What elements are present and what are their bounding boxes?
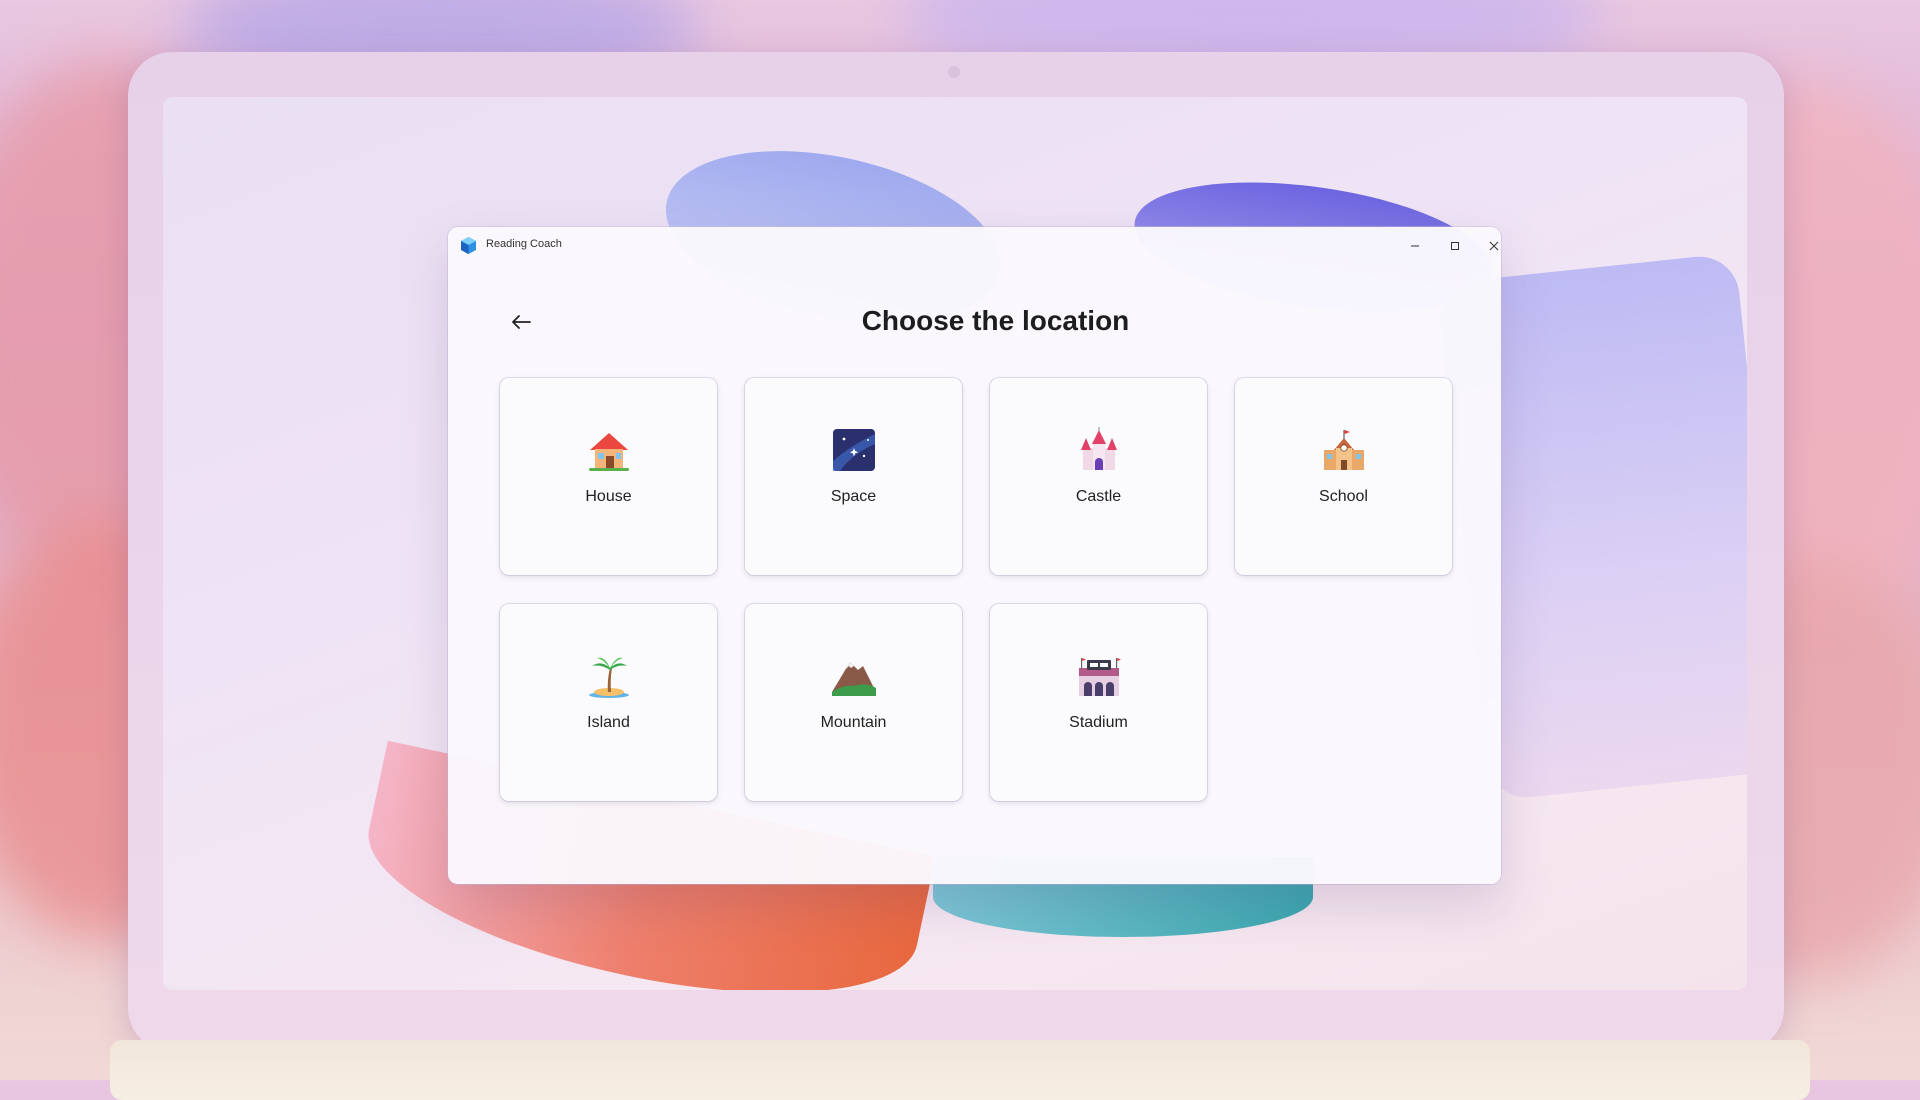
location-card-house[interactable]: House xyxy=(500,378,717,575)
page-title: Choose the location xyxy=(861,305,1130,336)
house-icon xyxy=(588,433,629,471)
location-label: Space xyxy=(830,488,877,505)
location-card-school[interactable]: School xyxy=(1235,378,1452,575)
location-card-mountain[interactable]: Mountain xyxy=(745,604,962,801)
laptop-keyboard xyxy=(110,1040,1810,1100)
minimize-icon xyxy=(1411,245,1419,247)
location-card-castle[interactable]: Castle xyxy=(990,378,1207,575)
castle-icon xyxy=(1080,427,1117,470)
title-bar[interactable]: Reading Coach xyxy=(448,227,1501,263)
app-window: Reading Coach Choose the location House … xyxy=(448,227,1501,884)
location-label: School xyxy=(1319,488,1368,505)
mountain-icon xyxy=(831,662,876,696)
location-label: Island xyxy=(587,714,630,731)
location-label: House xyxy=(585,488,632,505)
maximize-button[interactable] xyxy=(1441,233,1469,259)
reading-coach-app-icon xyxy=(461,237,476,254)
laptop-camera xyxy=(948,66,960,78)
location-card-stadium[interactable]: Stadium xyxy=(990,604,1207,801)
close-button[interactable] xyxy=(1480,233,1508,259)
close-icon xyxy=(1489,241,1499,251)
location-label: Stadium xyxy=(1069,714,1128,731)
stadium-icon xyxy=(1078,658,1121,696)
location-label: Castle xyxy=(1075,488,1122,505)
location-card-space[interactable]: Space xyxy=(745,378,962,575)
maximize-icon xyxy=(1451,242,1459,250)
minimize-button[interactable] xyxy=(1401,233,1429,259)
space-icon xyxy=(832,429,875,471)
location-label: Mountain xyxy=(820,714,887,731)
island-icon xyxy=(588,657,629,698)
app-title: Reading Coach xyxy=(486,238,562,250)
school-icon xyxy=(1323,430,1364,470)
location-card-island[interactable]: Island xyxy=(500,604,717,801)
